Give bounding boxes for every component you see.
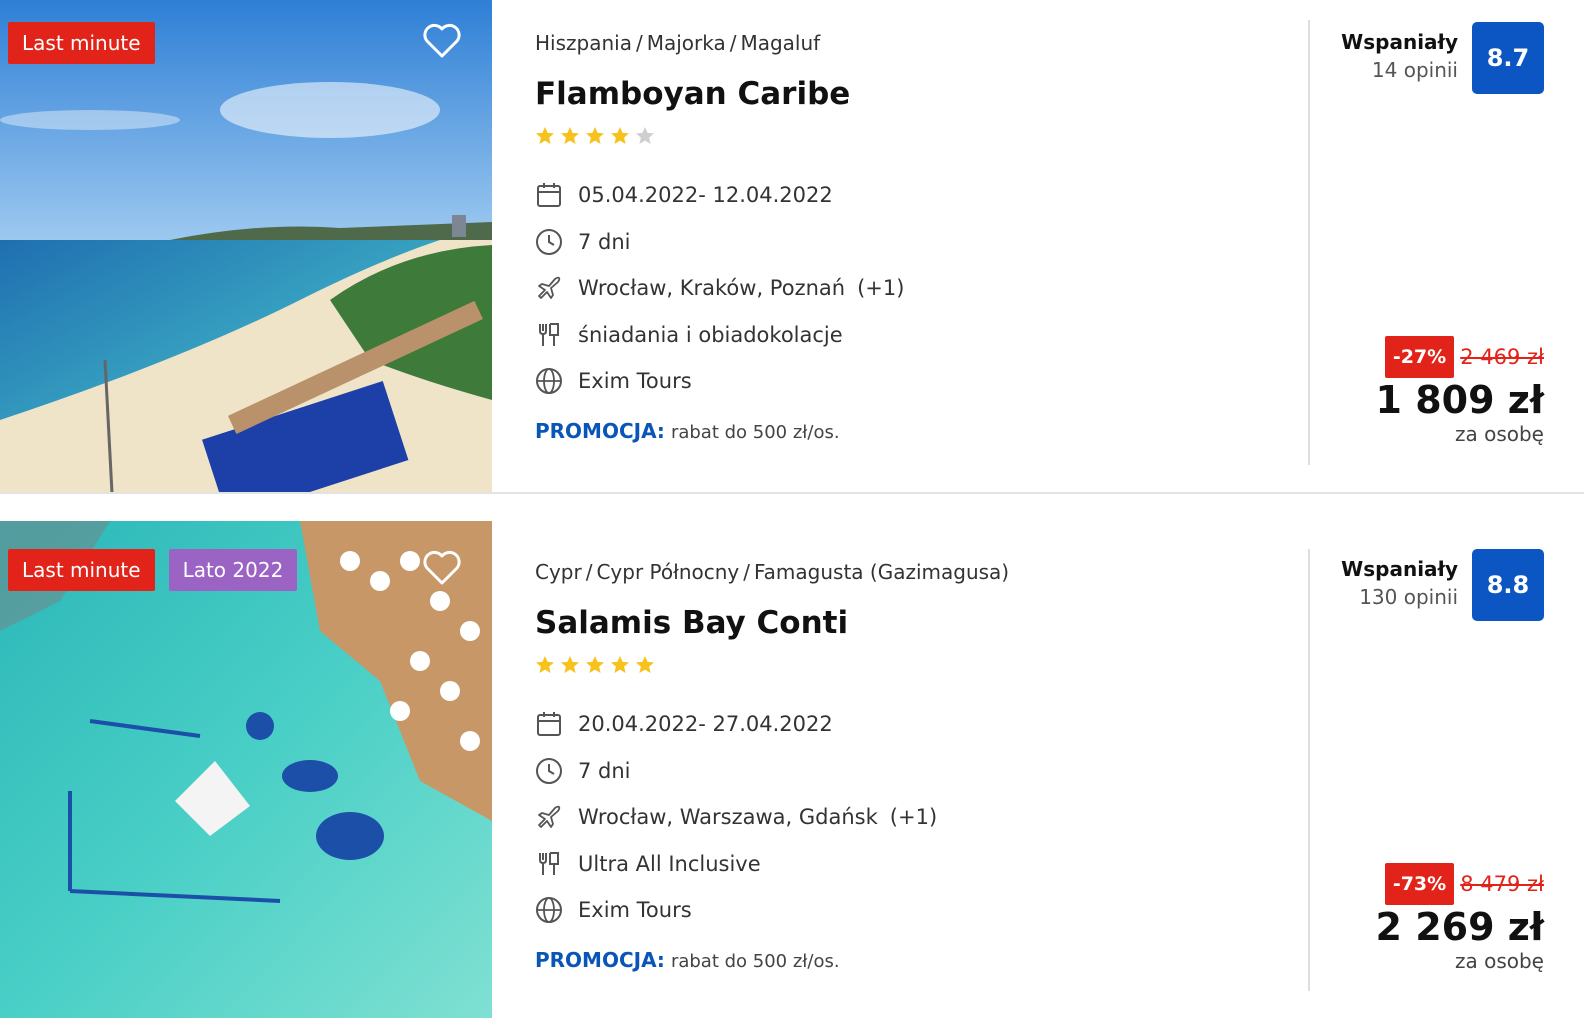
rating-score: 8.7: [1472, 22, 1544, 94]
operator-row: Exim Tours: [535, 887, 1275, 934]
star-icon: [611, 656, 629, 673]
globe-icon: [535, 896, 563, 924]
discount-badge: -27%: [1384, 336, 1455, 378]
dates-row: 20.04.2022- 27.04.2022: [535, 701, 1275, 748]
current-price: 1 809 zł: [1375, 378, 1544, 422]
hotel-name[interactable]: Flamboyan Caribe: [535, 74, 1275, 114]
board-row: śniadania i obiadokolacje: [535, 312, 1275, 359]
departures-extra[interactable]: (+1): [890, 805, 937, 829]
breadcrumb-country[interactable]: Cypr: [535, 560, 582, 584]
departures-row: Wrocław, Kraków, Poznań (+1): [535, 265, 1275, 312]
star-icon: [611, 127, 629, 144]
star-icon: [536, 127, 554, 144]
departures-text: Wrocław, Warszawa, Gdańsk: [578, 805, 878, 830]
badge-group: Last minute Lato 2022: [8, 549, 298, 591]
clock-icon: [535, 228, 563, 256]
offer-card[interactable]: Last minute Lato 2022 Cypr / Cypr Północny…: [0, 521, 1584, 1018]
breadcrumb-country[interactable]: Hiszpania: [535, 31, 632, 55]
breadcrumb-region[interactable]: Majorka: [647, 31, 726, 55]
calendar-icon: [535, 181, 563, 209]
board-text: śniadania i obiadokolacje: [578, 322, 843, 347]
promo-text: rabat do 500 zł/os.: [670, 421, 840, 443]
discount-badge: -73%: [1384, 863, 1455, 905]
review-rating[interactable]: Wspaniały 14 opinii 8.7: [1320, 22, 1544, 94]
clock-icon: [535, 757, 563, 785]
operator-row: Exim Tours: [535, 358, 1275, 405]
rating-count: 130 opinii: [1359, 585, 1458, 609]
season-badge: Lato 2022: [168, 549, 298, 591]
departures-text: Wrocław, Kraków, Poznań: [578, 276, 846, 301]
divider: [1308, 20, 1310, 465]
rating-label: Wspaniały: [1341, 557, 1458, 581]
price-block: -73% 8 479 zł 2 269 zł za osobę: [1376, 863, 1544, 973]
board-row: Ultra All Inclusive: [535, 841, 1275, 888]
breadcrumb-city[interactable]: Magaluf: [740, 31, 820, 55]
divider: [1308, 549, 1310, 991]
cutlery-icon: [535, 850, 563, 878]
promo-label: PROMOCJA:: [535, 947, 665, 972]
dates-row: 05.04.2022- 12.04.2022: [535, 172, 1275, 219]
rating-label: Wspaniały: [1341, 30, 1458, 54]
hotel-name[interactable]: Salamis Bay Conti: [535, 603, 1275, 643]
breadcrumb: Cypr / Cypr Północny / Famagusta (Gazimagusa…: [535, 560, 1010, 584]
heart-icon[interactable]: [420, 18, 464, 62]
star-rating: [535, 655, 1275, 677]
plane-icon: [535, 274, 563, 302]
promo-text: rabat do 500 zł/os.: [670, 950, 840, 972]
breadcrumb-region[interactable]: Cypr Północny: [596, 560, 739, 584]
board-text: Ultra All Inclusive: [578, 851, 761, 876]
operator-text: Exim Tours: [578, 369, 692, 394]
rating-score: 8.8: [1472, 549, 1544, 621]
offer-info: Cypr / Cypr Północny / Famagusta (Gazimagusa…: [535, 555, 1275, 972]
duration-text: 7 dni: [578, 229, 631, 254]
last-minute-badge: Last minute: [8, 549, 155, 591]
current-price: 2 269 zł: [1375, 905, 1544, 949]
rating-count: 14 opinii: [1371, 58, 1458, 82]
dates-text: 20.04.2022- 27.04.2022: [578, 712, 833, 737]
promo-line: PROMOCJA: rabat do 500 zł/os.: [535, 948, 1275, 972]
calendar-icon: [535, 710, 563, 738]
departures-row: Wrocław, Warszawa, Gdańsk (+1): [535, 794, 1275, 841]
per-person-label: za osobę: [1454, 949, 1544, 973]
card-separator: [0, 492, 1584, 494]
promo-line: PROMOCJA: rabat do 500 zł/os.: [535, 419, 1275, 443]
star-icon: [536, 656, 554, 673]
promo-label: PROMOCJA:: [535, 418, 665, 443]
heart-icon[interactable]: [420, 545, 464, 589]
star-icon-empty: [636, 127, 654, 144]
globe-icon: [535, 367, 563, 395]
price-block: -27% 2 469 zł 1 809 zł za osobę: [1376, 336, 1544, 446]
old-price: 8 479 zł: [1460, 872, 1544, 896]
badge-group: Last minute: [8, 22, 155, 64]
star-icon: [586, 127, 604, 144]
breadcrumb: Hiszpania / Majorka / Magaluf: [535, 31, 821, 55]
operator-text: Exim Tours: [578, 898, 692, 923]
per-person-label: za osobę: [1454, 422, 1544, 446]
cutlery-icon: [535, 321, 563, 349]
breadcrumb-city[interactable]: Famagusta (Gazimagusa): [754, 560, 1009, 584]
offer-card[interactable]: Last minute Hiszpania / Majorka / Magaluf Fl…: [0, 0, 1584, 493]
hotel-photo[interactable]: [0, 521, 492, 1018]
plane-icon: [535, 803, 563, 831]
star-icon: [586, 656, 604, 673]
dates-text: 05.04.2022- 12.04.2022: [578, 183, 833, 208]
old-price: 2 469 zł: [1460, 345, 1544, 369]
duration-row: 7 dni: [535, 219, 1275, 266]
last-minute-badge: Last minute: [8, 22, 155, 64]
duration-row: 7 dni: [535, 748, 1275, 795]
hotel-photo[interactable]: [0, 0, 492, 493]
star-icon: [561, 656, 579, 673]
departures-extra[interactable]: (+1): [857, 276, 904, 300]
duration-text: 7 dni: [578, 758, 631, 783]
star-icon: [636, 656, 654, 673]
star-rating: [535, 126, 1275, 148]
offer-info: Hiszpania / Majorka / Magaluf Flamboyan Cari…: [535, 26, 1275, 443]
review-rating[interactable]: Wspaniały 130 opinii 8.8: [1320, 549, 1544, 621]
star-icon: [561, 127, 579, 144]
